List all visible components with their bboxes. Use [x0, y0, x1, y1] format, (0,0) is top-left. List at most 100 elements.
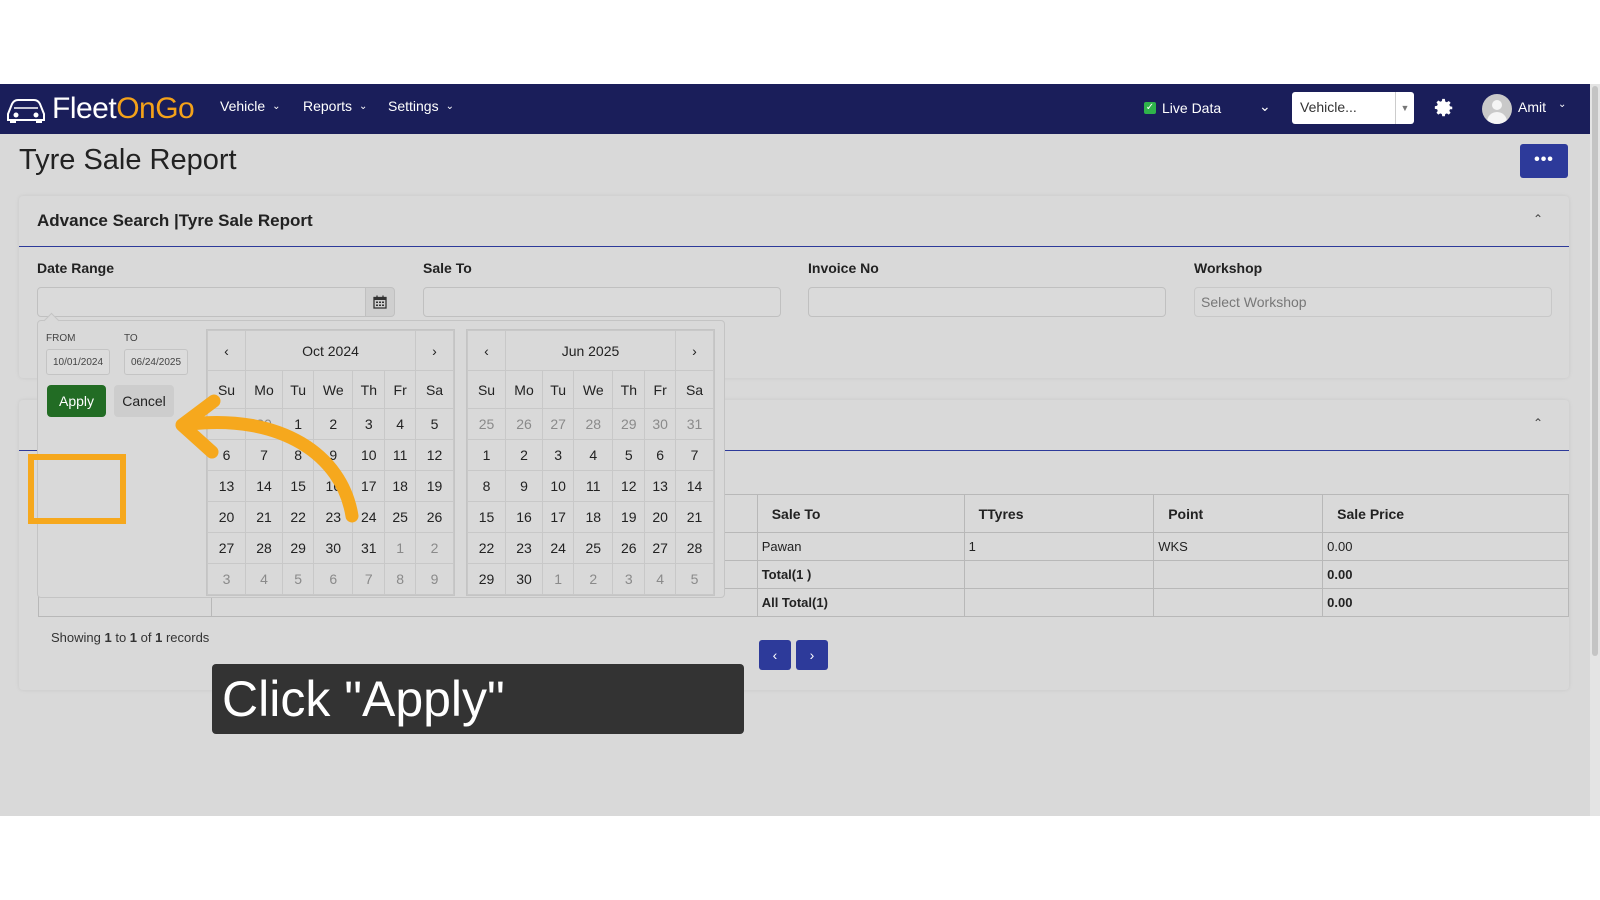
next-month-button[interactable]: › [415, 330, 454, 371]
calendar-day[interactable]: 4 [573, 439, 614, 471]
chevron-up-icon[interactable]: ⌃ [1533, 416, 1543, 430]
prev-month-button[interactable]: ‹ [467, 330, 506, 371]
calendar-day[interactable]: 9 [415, 563, 454, 595]
calendar-day[interactable]: 2 [415, 532, 454, 564]
calendar-day[interactable]: 16 [313, 470, 354, 502]
chevron-down-icon[interactable]: ⌄ [1558, 99, 1566, 110]
calendar-day[interactable]: 8 [467, 470, 506, 502]
calendar-day[interactable]: 23 [504, 532, 544, 564]
table-header-sale-price[interactable]: Sale Price [1322, 494, 1569, 533]
nav-menu-vehicle[interactable]: Vehicle ⌄ [220, 98, 281, 114]
calendar-day[interactable]: 29 [467, 563, 506, 595]
calendar-day[interactable]: 29 [282, 532, 315, 564]
calendar-day[interactable]: 2 [504, 439, 544, 471]
calendar-day[interactable]: 31 [675, 408, 714, 440]
calendar-day[interactable]: 29 [612, 408, 646, 440]
calendar-day[interactable]: 28 [573, 408, 614, 440]
calendar-day[interactable]: 14 [675, 470, 714, 502]
calendar-day[interactable]: 1 [467, 439, 506, 471]
calendar-day[interactable]: 3 [542, 439, 575, 471]
calendar-day[interactable]: 8 [282, 439, 315, 471]
calendar-day[interactable]: 24 [352, 501, 386, 533]
calendar-day[interactable]: 5 [612, 439, 646, 471]
calendar-day[interactable]: 4 [384, 408, 416, 440]
calendar-day[interactable]: 13 [207, 470, 246, 502]
calendar-day[interactable]: 21 [675, 501, 714, 533]
calendar-day[interactable]: 30 [313, 532, 354, 564]
calendar-day[interactable]: 3 [612, 563, 646, 595]
advance-search-header[interactable]: Advance Search |Tyre Sale Report ⌃ [19, 196, 1569, 247]
calendar-day[interactable]: 21 [244, 501, 284, 533]
workshop-select[interactable]: Select Workshop [1194, 287, 1552, 317]
nav-menu-settings[interactable]: Settings ⌄ [388, 98, 454, 114]
calendar-day[interactable]: 12 [612, 470, 646, 502]
calendar-day[interactable]: 22 [282, 501, 315, 533]
calendar-day[interactable]: 2 [313, 408, 354, 440]
page-scrollbar[interactable] [1590, 84, 1600, 816]
apply-button[interactable]: Apply [47, 385, 106, 417]
calendar-day[interactable]: 1 [542, 563, 575, 595]
calendar-day[interactable]: 12 [415, 439, 454, 471]
calendar-day[interactable]: 26 [612, 532, 646, 564]
chevron-up-icon[interactable]: ⌃ [1533, 212, 1543, 226]
calendar-day[interactable]: 20 [644, 501, 676, 533]
calendar-day[interactable]: 7 [675, 439, 714, 471]
calendar-day[interactable]: 29 [207, 408, 246, 440]
next-month-button[interactable]: › [675, 330, 714, 371]
calendar-day[interactable]: 6 [207, 439, 246, 471]
calendar-day[interactable]: 16 [504, 501, 544, 533]
calendar-day[interactable]: 27 [542, 408, 575, 440]
calendar-day[interactable]: 23 [313, 501, 354, 533]
calendar-day[interactable]: 3 [207, 563, 246, 595]
calendar-day[interactable]: 28 [675, 532, 714, 564]
user-name[interactable]: Amit [1518, 99, 1546, 115]
calendar-day[interactable]: 30 [244, 408, 284, 440]
calendar-day[interactable]: 8 [384, 563, 416, 595]
date-range-input[interactable] [37, 287, 366, 317]
calendar-day[interactable]: 18 [384, 470, 416, 502]
calendar-day[interactable]: 25 [467, 408, 506, 440]
calendar-day[interactable]: 11 [384, 439, 416, 471]
calendar-button[interactable] [365, 287, 395, 317]
more-options-button[interactable]: ••• [1520, 144, 1568, 178]
calendar-day[interactable]: 30 [644, 408, 676, 440]
next-page-button[interactable]: › [796, 640, 828, 670]
calendar-day[interactable]: 22 [467, 532, 506, 564]
calendar-day[interactable]: 5 [675, 563, 714, 595]
calendar-day[interactable]: 25 [384, 501, 416, 533]
dropdown-arrow-icon[interactable]: ▼ [1395, 92, 1414, 124]
calendar-day[interactable]: 4 [244, 563, 284, 595]
calendar-day[interactable]: 9 [504, 470, 544, 502]
fleetongo-logo[interactable]: FleetOnGo [4, 90, 195, 128]
calendar-day[interactable]: 6 [644, 439, 676, 471]
cancel-button[interactable]: Cancel [114, 385, 174, 417]
calendar-day[interactable]: 28 [244, 532, 284, 564]
calendar-day[interactable]: 13 [644, 470, 676, 502]
calendar-day[interactable]: 30 [504, 563, 544, 595]
calendar-day[interactable]: 20 [207, 501, 246, 533]
prev-month-button[interactable]: ‹ [207, 330, 246, 371]
user-avatar[interactable] [1482, 94, 1512, 124]
table-header-point[interactable]: Point [1153, 494, 1324, 533]
nav-menu-reports[interactable]: Reports ⌄ [303, 98, 367, 114]
vehicle-select[interactable]: Vehicle... ▼ [1292, 92, 1414, 124]
calendar-day[interactable]: 17 [352, 470, 386, 502]
calendar-day[interactable]: 4 [644, 563, 676, 595]
calendar-day[interactable]: 7 [244, 439, 284, 471]
calendar-day[interactable]: 5 [282, 563, 315, 595]
calendar-day[interactable]: 15 [467, 501, 506, 533]
calendar-day[interactable]: 18 [573, 501, 614, 533]
calendar-day[interactable]: 10 [542, 470, 575, 502]
calendar-day[interactable]: 7 [352, 563, 386, 595]
calendar-day[interactable]: 11 [573, 470, 614, 502]
calendar-day[interactable]: 25 [573, 532, 614, 564]
calendar-day[interactable]: 1 [384, 532, 416, 564]
calendar-day[interactable]: 10 [352, 439, 386, 471]
calendar-day[interactable]: 27 [644, 532, 676, 564]
calendar-day[interactable]: 27 [207, 532, 246, 564]
calendar-day[interactable]: 17 [542, 501, 575, 533]
calendar-day[interactable]: 3 [352, 408, 386, 440]
invoice-no-input[interactable] [808, 287, 1166, 317]
chevron-down-icon[interactable]: ⌄ [1259, 98, 1271, 115]
calendar-day[interactable]: 5 [415, 408, 454, 440]
